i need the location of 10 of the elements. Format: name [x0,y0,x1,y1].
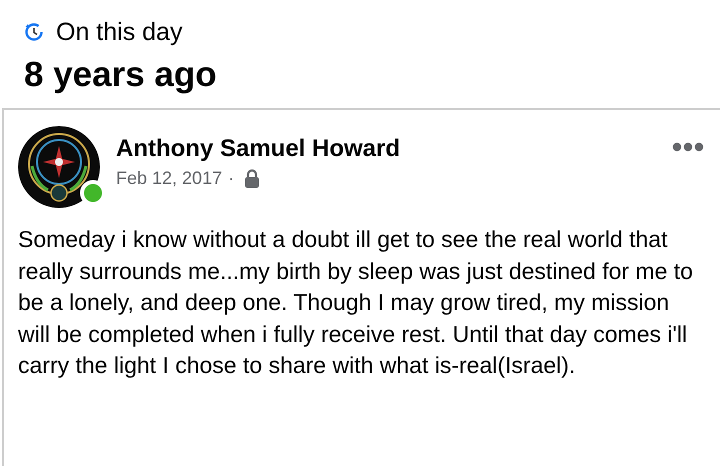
author-name[interactable]: Anthony Samuel Howard [116,134,670,164]
section-label: On this day [56,17,182,48]
post-date: Feb 12, 2017 [116,167,222,190]
history-clock-icon [24,22,44,42]
section-title: 8 years ago [24,54,218,96]
lock-icon [244,168,260,188]
separator-dot: · [228,167,234,190]
more-options-button[interactable] [670,140,706,154]
more-options-icon [672,142,704,152]
post-text: Someday i know without a doubt ill get to see the real world that really surrounds me...my birth by sleep was just destined for me to be a lonely, and deep one. Though I may grow tired, my mission will be completed when i fully receive rest. Until that day comes i'll carry the light I chose to share with what is-real(Israel). [18,225,694,380]
